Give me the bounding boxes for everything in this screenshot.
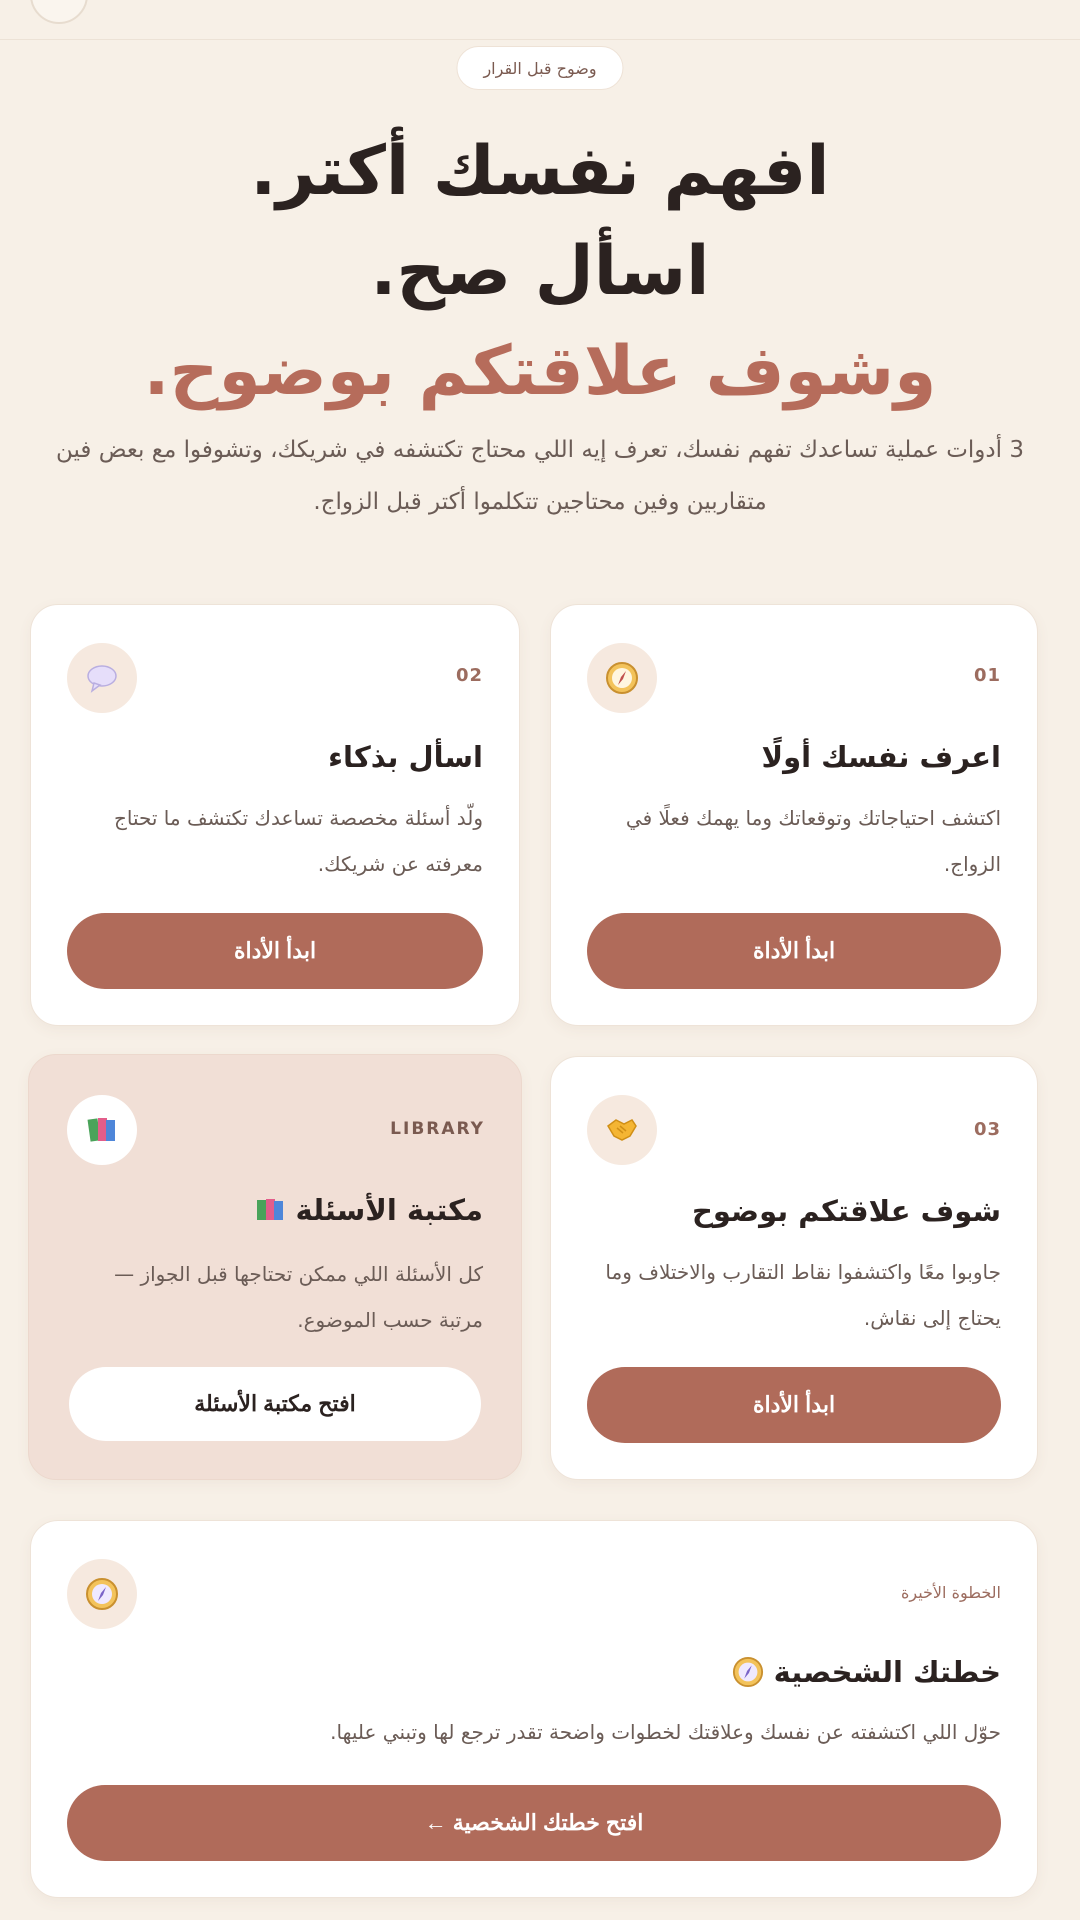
- compass-icon: [732, 1656, 764, 1688]
- personal-plan-card: الخطوة الأخيرة خطتك الشخصية حوّل اللي اك…: [30, 1520, 1038, 1898]
- question-library-card: LIBRARY مكتبة الأسئلة كل الأسئلة اللي مم…: [28, 1054, 522, 1480]
- compass-icon: [587, 643, 657, 713]
- hero-line-2: اسأل صح.: [370, 232, 710, 311]
- page: وضوح قبل القرار افهم نفسك أكتر. اسأل صح.…: [0, 0, 1080, 1920]
- tool-card-relationship: 03 شوف علاقتكم بوضوح جاوبوا معًا واكتشفو…: [550, 1056, 1038, 1480]
- compass-icon: [67, 1559, 137, 1629]
- card-number: 01: [973, 665, 1001, 686]
- card-title: اسأل بذكاء: [328, 740, 483, 774]
- plan-description: حوّل اللي اكتشفته عن نفسك وعلاقتك لخطوات…: [330, 1720, 1001, 1744]
- plan-tag: الخطوة الأخيرة: [900, 1583, 1001, 1602]
- speech-bubble-icon: [67, 643, 137, 713]
- hero-subtitle: 3 أدوات عملية تساعدك تفهم نفسك، تعرف إيه…: [55, 437, 1024, 515]
- start-tool-button[interactable]: ابدأ الأداة: [587, 913, 1001, 989]
- card-description: ولّد أسئلة مخصصة تساعدك تكتشف ما تحتاج م…: [113, 806, 483, 876]
- open-plan-button[interactable]: افتح خطتك الشخصية ←: [67, 1785, 1001, 1861]
- plan-title-row: خطتك الشخصية: [732, 1655, 1001, 1689]
- tool-card-self: 01 اعرف نفسك أولًا اكتشف احتياجاتك وتوقع…: [550, 604, 1038, 1026]
- books-icon: [254, 1196, 286, 1224]
- card-number: 02: [455, 665, 483, 686]
- start-tool-button[interactable]: ابدأ الأداة: [587, 1367, 1001, 1443]
- hero-title: افهم نفسك أكتر. اسأل صح. وشوف علاقتكم بو…: [0, 122, 1080, 422]
- open-library-button[interactable]: افتح مكتبة الأسئلة: [69, 1367, 481, 1441]
- books-icon: [67, 1095, 137, 1165]
- hero-badge: وضوح قبل القرار: [456, 46, 624, 90]
- card-description: جاوبوا معًا واكتشفوا نقاط التقارب والاخت…: [605, 1260, 1001, 1330]
- plan-title: خطتك الشخصية: [773, 1655, 1001, 1689]
- start-tool-button[interactable]: ابدأ الأداة: [67, 913, 483, 989]
- card-description: اكتشف احتياجاتك وتوقعاتك وما يهمك فعلًا …: [625, 806, 1001, 876]
- card-title: شوف علاقتكم بوضوح: [691, 1194, 1001, 1228]
- tool-card-questions: 02 اسأل بذكاء ولّد أسئلة مخصصة تساعدك تك…: [30, 604, 520, 1026]
- library-title-row: مكتبة الأسئلة: [254, 1193, 484, 1227]
- top-bar: [0, 0, 1080, 40]
- handshake-icon: [587, 1095, 657, 1165]
- card-number: 03: [973, 1119, 1001, 1140]
- library-title: مكتبة الأسئلة: [295, 1193, 484, 1227]
- library-tag: LIBRARY: [390, 1119, 485, 1139]
- hero-line-1: افهم نفسك أكتر.: [250, 132, 830, 211]
- library-description: كل الأسئلة اللي ممكن تحتاجها قبل الجواز …: [114, 1262, 483, 1332]
- hero-line-3: وشوف علاقتكم بوضوح.: [143, 332, 937, 411]
- menu-button[interactable]: [30, 0, 88, 24]
- card-title: اعرف نفسك أولًا: [761, 740, 1001, 774]
